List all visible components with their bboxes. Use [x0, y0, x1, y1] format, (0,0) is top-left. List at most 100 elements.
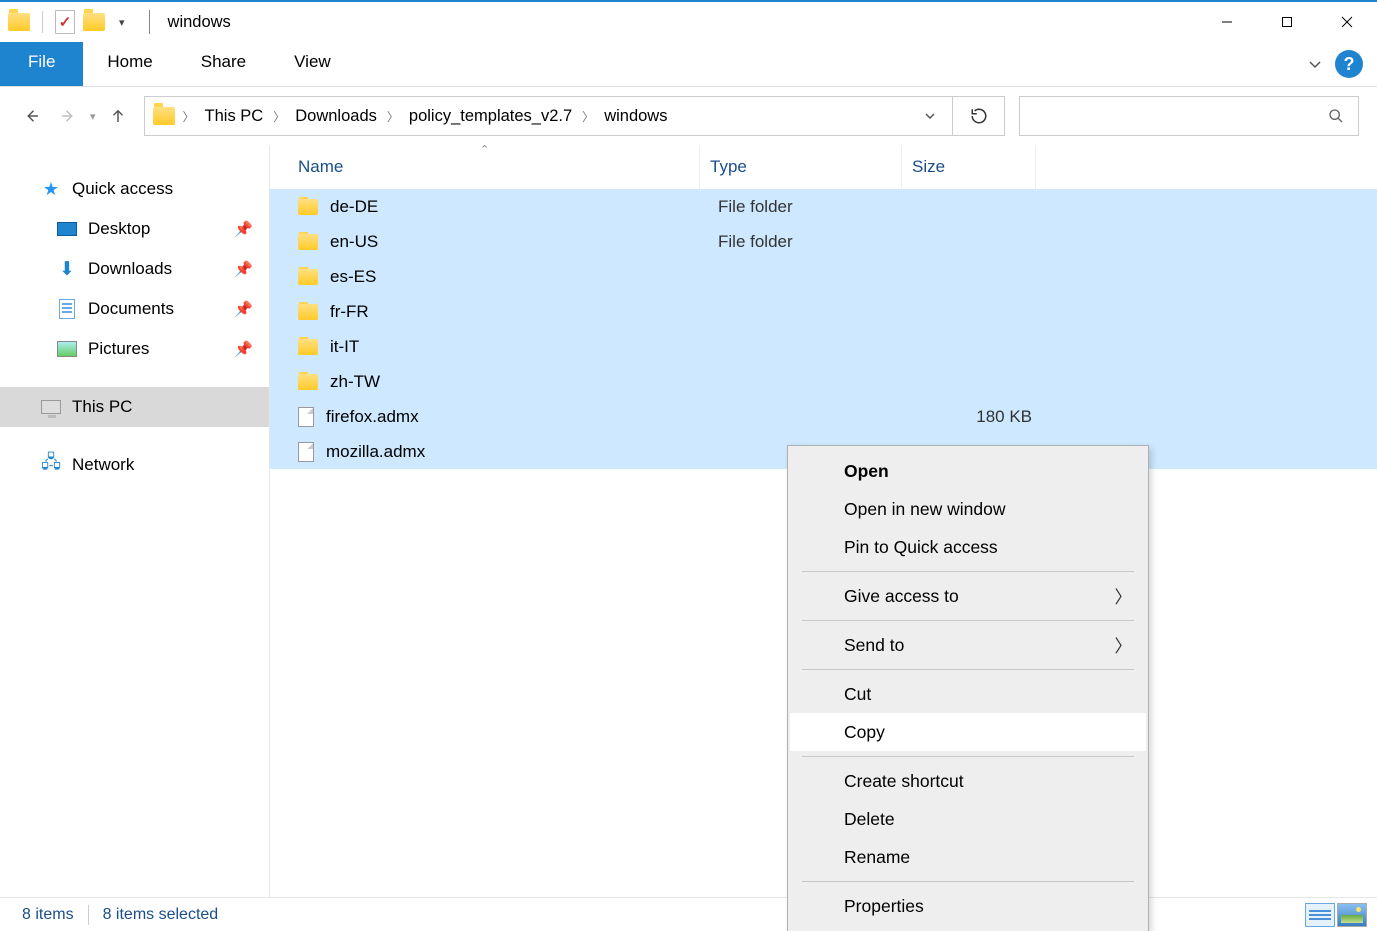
pin-icon: 📌: [234, 300, 253, 318]
folder-icon: [298, 339, 318, 355]
sidebar-label: Documents: [88, 299, 174, 319]
file-name: en-US: [330, 232, 378, 252]
main-area: ★ Quick access Desktop 📌 ⬇ Downloads 📌 D…: [0, 145, 1377, 897]
file-row[interactable]: firefox.admx180 KB: [270, 399, 1377, 434]
title-separator: [149, 10, 150, 34]
column-header-name[interactable]: ⌃ Name: [270, 145, 700, 189]
up-button[interactable]: [100, 98, 136, 134]
thumbnails-view-button[interactable]: [1337, 903, 1367, 927]
chevron-right-icon[interactable]: 〉: [181, 108, 197, 125]
chevron-right-icon[interactable]: 〉: [271, 108, 287, 125]
tab-share[interactable]: Share: [177, 42, 270, 86]
search-icon: [1328, 108, 1344, 124]
folder-icon: [298, 199, 318, 215]
file-row[interactable]: en-US File folder: [270, 224, 1377, 259]
maximize-button[interactable]: [1257, 2, 1317, 42]
file-size: 180 KB: [912, 407, 1042, 427]
context-menu-give-access-to[interactable]: Give access to 〉: [790, 577, 1146, 615]
breadcrumb-windows[interactable]: windows: [596, 107, 675, 126]
search-input[interactable]: [1020, 97, 1328, 135]
sidebar-item-this-pc[interactable]: This PC: [0, 387, 269, 427]
context-menu-properties[interactable]: Properties: [790, 887, 1146, 925]
pin-icon: 📌: [234, 220, 253, 238]
context-menu-open[interactable]: Open: [790, 452, 1146, 490]
back-button[interactable]: [14, 98, 50, 134]
file-row[interactable]: it-IT: [270, 329, 1377, 364]
help-button[interactable]: ?: [1335, 50, 1363, 78]
status-items-selected: 8 items selected: [103, 906, 219, 924]
sidebar-label: Quick access: [72, 179, 173, 199]
search-box[interactable]: [1019, 96, 1359, 136]
tab-file[interactable]: File: [0, 42, 83, 86]
address-dropdown-icon[interactable]: [906, 97, 952, 135]
context-menu-create-shortcut[interactable]: Create shortcut: [790, 762, 1146, 800]
title-bar: ✓ ▾ windows: [0, 2, 1377, 42]
file-row[interactable]: zh-TW: [270, 364, 1377, 399]
file-type: File folder: [710, 232, 912, 252]
address-bar[interactable]: 〉 This PC 〉 Downloads 〉 policy_templates…: [144, 96, 1005, 136]
pin-icon: 📌: [234, 340, 253, 358]
chevron-right-icon: 〉: [1115, 584, 1133, 609]
context-menu: Open Open in new window Pin to Quick acc…: [787, 445, 1149, 931]
sidebar-item-pictures[interactable]: Pictures 📌: [0, 329, 269, 369]
refresh-button[interactable]: [952, 97, 1004, 135]
qat-dropdown-icon[interactable]: ▾: [113, 16, 131, 29]
sort-ascending-icon: ⌃: [480, 143, 489, 156]
file-list-pane: ⌃ Name Type Size de-DEFile folder en-US Fi…: [270, 145, 1377, 897]
file-type: File folder: [710, 197, 912, 217]
details-view-button[interactable]: [1305, 903, 1335, 927]
sidebar-label: Network: [72, 455, 134, 475]
forward-button[interactable]: [50, 98, 86, 134]
column-label: Size: [912, 157, 945, 177]
new-folder-qat-icon[interactable]: [83, 13, 105, 31]
file-row[interactable]: es-ES: [270, 259, 1377, 294]
file-list[interactable]: de-DEFile folder en-US File folder es-ESfr-…: [270, 189, 1377, 469]
chevron-right-icon[interactable]: 〉: [385, 108, 401, 125]
column-label: Type: [710, 157, 747, 177]
breadcrumb-this-pc[interactable]: This PC: [197, 107, 272, 126]
tab-home[interactable]: Home: [83, 42, 176, 86]
context-menu-separator: [802, 881, 1134, 882]
minimize-button[interactable]: [1197, 2, 1257, 42]
context-menu-cut[interactable]: Cut: [790, 675, 1146, 713]
file-row[interactable]: de-DEFile folder: [270, 189, 1377, 224]
context-menu-copy[interactable]: Copy: [790, 713, 1146, 751]
folder-icon: [298, 269, 318, 285]
properties-qat-icon[interactable]: ✓: [55, 10, 75, 34]
app-folder-icon[interactable]: [8, 13, 30, 31]
close-button[interactable]: [1317, 2, 1377, 42]
breadcrumb-downloads[interactable]: Downloads: [287, 107, 385, 126]
context-menu-delete[interactable]: Delete: [790, 800, 1146, 838]
sidebar-item-downloads[interactable]: ⬇ Downloads 📌: [0, 249, 269, 289]
context-menu-rename[interactable]: Rename: [790, 838, 1146, 876]
file-row[interactable]: fr-FR: [270, 294, 1377, 329]
column-header-type[interactable]: Type: [700, 145, 902, 189]
context-menu-send-to[interactable]: Send to 〉: [790, 626, 1146, 664]
folder-icon: [298, 304, 318, 320]
pictures-icon: [56, 338, 78, 360]
tab-view[interactable]: View: [270, 42, 355, 86]
file-name: it-IT: [330, 337, 359, 357]
sidebar-label: Downloads: [88, 259, 172, 279]
column-headers: ⌃ Name Type Size: [270, 145, 1377, 189]
context-menu-pin-quick-access[interactable]: Pin to Quick access: [790, 528, 1146, 566]
window-title: windows: [168, 13, 231, 32]
sidebar-item-desktop[interactable]: Desktop 📌: [0, 209, 269, 249]
breadcrumb-policy-templates[interactable]: policy_templates_v2.7: [401, 107, 580, 126]
context-menu-open-new-window[interactable]: Open in new window: [790, 490, 1146, 528]
navigation-row: ▾ 〉 This PC 〉 Downloads 〉 policy_templat…: [0, 87, 1377, 145]
document-icon: [56, 298, 78, 320]
sidebar-item-quick-access[interactable]: ★ Quick access: [0, 169, 269, 209]
sidebar-label: Pictures: [88, 339, 149, 359]
context-menu-separator: [802, 620, 1134, 621]
ribbon-tabs: File Home Share View ?: [0, 42, 1377, 87]
sidebar-item-documents[interactable]: Documents 📌: [0, 289, 269, 329]
status-item-count: 8 items: [22, 906, 74, 924]
column-header-size[interactable]: Size: [902, 145, 1036, 189]
chevron-right-icon[interactable]: 〉: [580, 108, 596, 125]
file-name: mozilla.admx: [326, 442, 425, 462]
ribbon-expand-icon[interactable]: [1295, 42, 1335, 86]
context-menu-separator: [802, 571, 1134, 572]
sidebar-item-network[interactable]: 🖧 Network: [0, 445, 269, 485]
recent-locations-icon[interactable]: ▾: [86, 110, 100, 123]
